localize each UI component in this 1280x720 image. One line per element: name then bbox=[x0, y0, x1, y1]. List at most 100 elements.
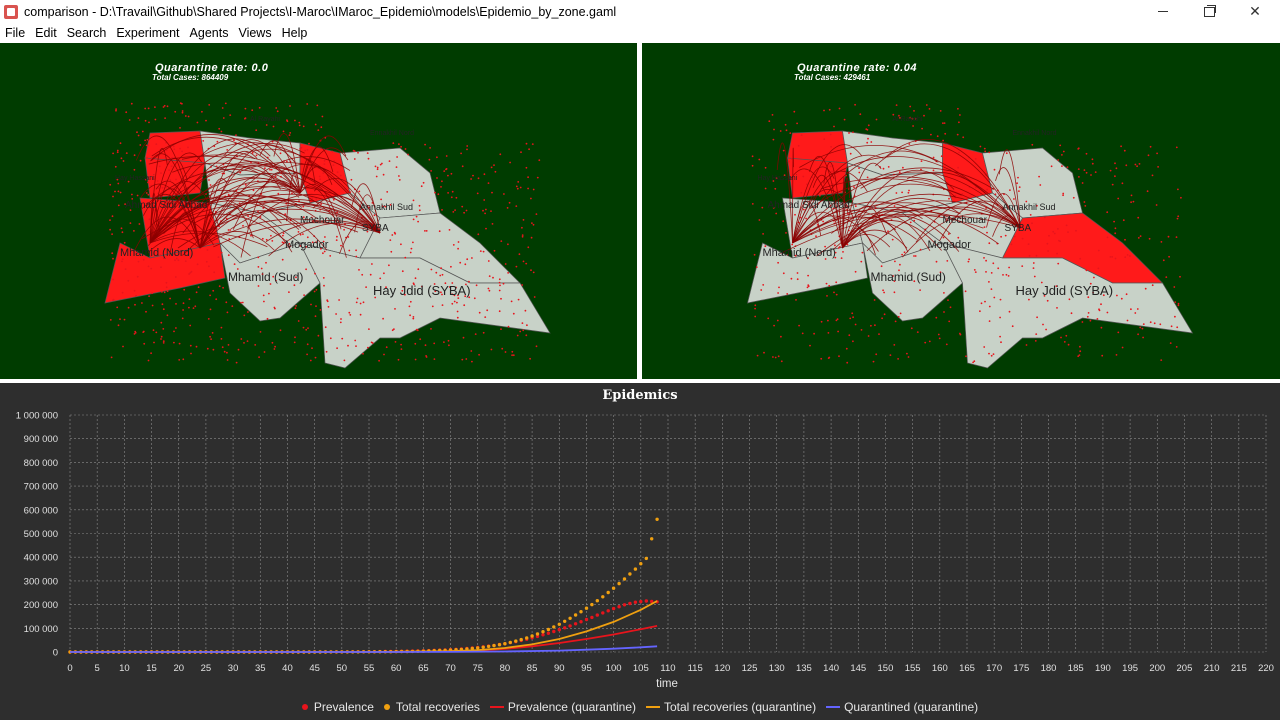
menu-help[interactable]: Help bbox=[277, 26, 313, 40]
infection-dot bbox=[294, 336, 296, 339]
infection-dot bbox=[205, 260, 208, 263]
infection-dot bbox=[797, 144, 800, 147]
infection-dot bbox=[169, 179, 172, 182]
infection-dot bbox=[490, 348, 493, 351]
menu-file[interactable]: File bbox=[0, 26, 30, 40]
infection-dot bbox=[282, 232, 285, 235]
infection-dot bbox=[329, 255, 332, 257]
infection-dot bbox=[279, 329, 282, 332]
x-tick-label: 205 bbox=[1177, 663, 1193, 674]
infection-dot bbox=[453, 300, 456, 303]
restore-button[interactable] bbox=[1186, 0, 1232, 23]
infection-dot bbox=[1100, 326, 1103, 329]
series-point bbox=[492, 643, 496, 648]
infection-dot bbox=[470, 350, 473, 352]
series-point bbox=[579, 620, 583, 624]
infection-dot bbox=[1125, 164, 1128, 167]
infection-dot bbox=[148, 218, 151, 221]
close-button[interactable]: ✕ bbox=[1232, 0, 1278, 23]
infection-dot bbox=[959, 332, 961, 335]
legend-total-recoveries-quarantine[interactable]: Total recoveries (quarantine) bbox=[646, 700, 816, 714]
infection-dot bbox=[776, 319, 779, 322]
infection-dot bbox=[517, 298, 520, 301]
infection-dot bbox=[419, 338, 422, 341]
map-view-no-quarantine[interactable]: Al Rayahi Ennakhil Nord Hay Hassani Ahmad S… bbox=[0, 43, 637, 379]
infection-dot bbox=[391, 234, 394, 236]
infection-dot bbox=[827, 319, 829, 322]
infection-dot bbox=[339, 174, 342, 177]
infection-dot bbox=[965, 355, 967, 358]
map-zone[interactable] bbox=[941, 242, 1194, 369]
y-tick-label: 800 000 bbox=[24, 458, 58, 469]
map-view-quarantine[interactable]: Al Rayahi Ennakhil Nord Hay Hassani Ahmad S… bbox=[642, 43, 1280, 379]
menu-edit[interactable]: Edit bbox=[30, 26, 62, 40]
minimize-button[interactable] bbox=[1140, 0, 1186, 23]
x-tick-label: 215 bbox=[1231, 663, 1247, 674]
infection-dot bbox=[925, 104, 928, 106]
infection-dot bbox=[354, 339, 357, 342]
infection-dot bbox=[1124, 256, 1127, 259]
menu-agents[interactable]: Agents bbox=[185, 26, 234, 40]
infection-dot bbox=[147, 265, 150, 268]
menu-experiment[interactable]: Experiment bbox=[111, 26, 184, 40]
infection-dot bbox=[307, 327, 309, 329]
infection-dot bbox=[1034, 340, 1037, 342]
infection-dot bbox=[439, 274, 442, 277]
y-tick-label: 600 000 bbox=[24, 505, 58, 516]
infection-dot bbox=[471, 257, 473, 259]
infection-dot bbox=[116, 149, 119, 152]
infection-dot bbox=[853, 186, 855, 189]
infection-dot bbox=[162, 328, 165, 330]
menu-search[interactable]: Search bbox=[62, 26, 112, 40]
infection-dot bbox=[136, 275, 139, 278]
infection-dot bbox=[778, 286, 780, 289]
infection-dot bbox=[510, 300, 513, 303]
infection-dot bbox=[332, 198, 335, 201]
infection-dot bbox=[319, 309, 322, 311]
infection-dot bbox=[184, 260, 187, 262]
infection-dot bbox=[1079, 350, 1082, 353]
zone-label: Ahmad Sidi Abbad bbox=[768, 200, 850, 211]
infection-dot bbox=[1111, 183, 1114, 186]
infection-dot bbox=[366, 152, 369, 154]
infection-dot bbox=[854, 270, 857, 273]
infection-dot bbox=[386, 191, 389, 193]
infection-dot bbox=[255, 129, 258, 132]
infection-dot bbox=[288, 134, 291, 136]
infection-dot bbox=[990, 288, 993, 290]
infection-dot bbox=[774, 356, 777, 359]
infection-dot bbox=[141, 130, 144, 133]
map-zone[interactable] bbox=[299, 242, 551, 369]
menu-views[interactable]: Views bbox=[233, 26, 276, 40]
title-bar: comparison - D:\Travail\Github\Shared Pr… bbox=[0, 0, 1280, 23]
infection-dot bbox=[487, 182, 490, 185]
infection-dot bbox=[833, 125, 835, 128]
infection-dot bbox=[522, 260, 525, 263]
series-point bbox=[601, 611, 605, 615]
infection-dot bbox=[791, 243, 794, 246]
infection-dot bbox=[297, 231, 300, 233]
infection-dot bbox=[515, 265, 518, 268]
x-tick-label: 160 bbox=[932, 663, 948, 674]
infection-dot bbox=[777, 355, 780, 358]
infection-dot bbox=[1174, 301, 1177, 303]
infection-dot bbox=[116, 151, 119, 154]
legend-prevalence[interactable]: Prevalence bbox=[301, 700, 374, 714]
infection-dot bbox=[412, 316, 415, 318]
legend-prevalence-quarantine[interactable]: Prevalence (quarantine) bbox=[489, 700, 636, 714]
infection-dot bbox=[1046, 299, 1049, 302]
infection-dot bbox=[964, 290, 967, 293]
infection-dot bbox=[385, 346, 388, 349]
infection-dot bbox=[414, 342, 417, 345]
infection-dot bbox=[213, 271, 216, 274]
infection-dot bbox=[490, 210, 492, 213]
infection-dot bbox=[1053, 232, 1056, 235]
infection-dot bbox=[979, 145, 982, 148]
x-axis-label: time bbox=[656, 678, 678, 690]
infection-dot bbox=[988, 320, 991, 322]
legend-quarantined-quarantine[interactable]: Quarantined (quarantine) bbox=[826, 700, 978, 714]
infection-dot bbox=[139, 144, 142, 146]
legend-total-recoveries[interactable]: Total recoveries bbox=[383, 700, 480, 714]
infection-dot bbox=[985, 271, 987, 273]
infection-dot bbox=[845, 347, 848, 350]
